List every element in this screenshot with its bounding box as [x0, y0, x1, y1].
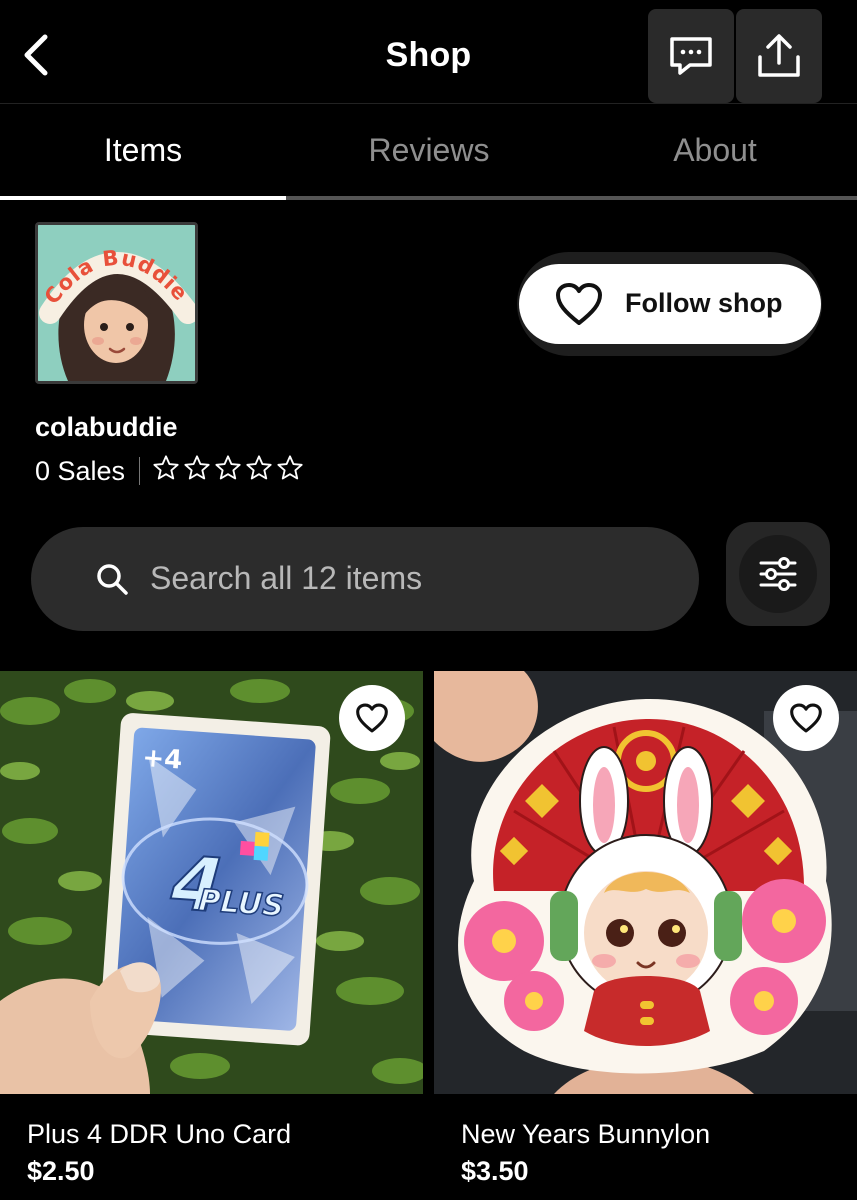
search-bar[interactable]: Search all 12 items — [31, 527, 699, 631]
rating-stars — [152, 454, 307, 489]
star-icon — [246, 454, 272, 479]
follow-shop-label: Follow shop — [625, 288, 783, 318]
star-icon — [184, 454, 210, 479]
star-icon — [215, 454, 241, 479]
message-button[interactable] — [648, 9, 734, 103]
shop-avatar[interactable]: Cola Buddie — [35, 222, 198, 384]
search-input[interactable]: Search all 12 items — [150, 560, 422, 597]
favorite-button[interactable] — [773, 685, 839, 751]
tab-active-indicator — [0, 196, 286, 200]
search-icon — [97, 564, 128, 595]
card-corner-label: +4 — [141, 743, 183, 776]
star-icon — [153, 454, 179, 479]
follow-shop-button[interactable]: Follow shop — [519, 264, 821, 344]
tab-items[interactable]: Items — [0, 132, 286, 169]
listing-price: $2.50 — [27, 1156, 95, 1186]
heart-outline-icon — [790, 703, 822, 733]
tab-reviews[interactable]: Reviews — [286, 132, 572, 169]
shop-logo: Cola Buddie — [38, 225, 195, 381]
listing-title[interactable]: Plus 4 DDR Uno Card — [27, 1119, 423, 1150]
heart-outline-icon — [556, 283, 602, 325]
divider — [139, 457, 141, 485]
heart-outline-icon — [356, 703, 388, 733]
shop-name[interactable]: colabuddie — [35, 412, 178, 443]
shop-stats: 0 Sales — [35, 454, 307, 488]
listing-title[interactable]: New Years Bunnylon — [461, 1119, 857, 1150]
listing-image[interactable] — [434, 671, 857, 1094]
filter-button-inner — [739, 535, 817, 613]
sliders-icon — [759, 557, 797, 591]
shop-tabs: Items Reviews About — [0, 104, 857, 200]
top-bar: Shop — [0, 0, 857, 104]
tab-about[interactable]: About — [572, 132, 857, 169]
favorite-button[interactable] — [339, 685, 405, 751]
share-icon — [758, 34, 800, 77]
card-brand: PLUS — [197, 883, 285, 924]
star-icon — [277, 454, 303, 479]
listing-image[interactable]: +4 4 PLUS — [0, 671, 423, 1094]
share-button[interactable] — [736, 9, 822, 103]
chat-bubble-icon — [670, 37, 712, 75]
filter-button[interactable] — [726, 522, 830, 626]
sales-count: 0 Sales — [35, 455, 126, 486]
listing-price: $3.50 — [461, 1156, 529, 1186]
